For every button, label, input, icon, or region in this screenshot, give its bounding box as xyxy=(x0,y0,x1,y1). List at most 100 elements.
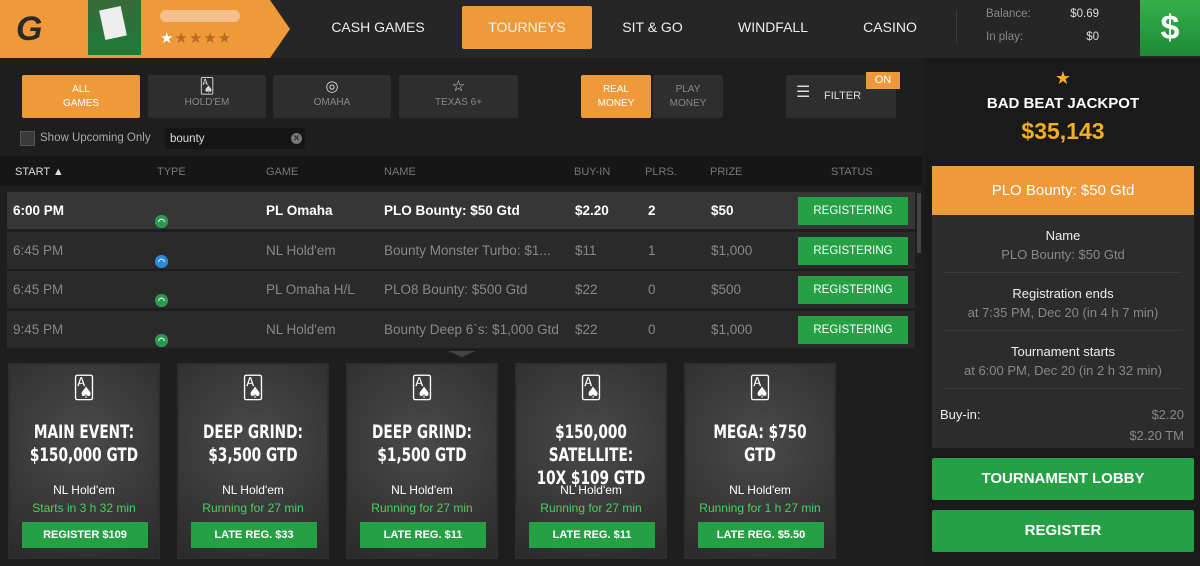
promo-game: NL Hold'em xyxy=(560,483,622,497)
starts-value: at 6:00 PM, Dec 20 (in 2 h 32 min) xyxy=(944,363,1182,389)
reg-ends-label: Registration ends xyxy=(1012,286,1114,301)
label: MONEY xyxy=(597,98,635,109)
label: OMAHA xyxy=(313,97,351,108)
filter-all-games[interactable]: ALL GAMES xyxy=(22,75,140,118)
nav-windfall[interactable]: WINDFALL xyxy=(722,6,824,49)
promo-card[interactable]: 🂡 DEEP GRIND: $3,500 GTD NL Hold'em Runn… xyxy=(177,363,329,559)
nav-sit-and-go[interactable]: SIT & GO xyxy=(605,6,700,49)
cell-game: NL Hold'em xyxy=(266,321,336,337)
cell-players: 0 xyxy=(648,282,656,297)
cell-players: 1 xyxy=(648,242,656,258)
promo-card[interactable]: 🂡 MAIN EVENT: $150,000 GTD NL Hold'em St… xyxy=(8,363,160,559)
promo-register-button[interactable]: LATE REG. $5.50 xyxy=(698,522,824,548)
promo-game: NL Hold'em xyxy=(222,483,284,497)
status-registering-button[interactable]: REGISTERING xyxy=(798,276,908,304)
clear-search-icon[interactable]: ✕ xyxy=(291,133,302,144)
name-label: Name xyxy=(1045,228,1081,243)
filter-play-money[interactable]: PLAY MONEY xyxy=(653,75,723,118)
status-registering-button[interactable]: REGISTERING xyxy=(798,197,908,225)
filter-holdem[interactable]: 🂡 HOLD'EM xyxy=(148,75,266,118)
type-badge-icon: ◠ xyxy=(155,254,168,268)
inplay-value: $0 xyxy=(1086,31,1099,43)
table-row[interactable]: 9:45 PM NL Hold'em Bounty Deep 6`s: $1,000… xyxy=(7,310,915,348)
promo-title: $150,000 SATELLITE: 10X $109 GTD xyxy=(536,421,646,489)
star-icon: ☆ xyxy=(451,78,466,95)
chip-icon: ◎ xyxy=(325,78,339,95)
search-input[interactable] xyxy=(165,128,305,149)
cards-icon: 🂡 xyxy=(410,375,434,400)
cell-name: Bounty Monster Turbo: $1... xyxy=(384,242,551,258)
cell-buyin: $11 xyxy=(575,242,597,258)
promo-title: DEEP GRIND: $3,500 GTD xyxy=(203,421,303,466)
filter-texas-6plus[interactable]: ☆ TEXAS 6+ xyxy=(399,75,518,118)
promo-register-button[interactable]: LATE REG. $11 xyxy=(529,522,655,548)
promo-card[interactable]: 🂡 DEEP GRIND: $1,500 GTD NL Hold'em Runn… xyxy=(346,363,498,559)
cell-game: NL Hold'em xyxy=(266,242,336,258)
cards-icon: 🂡 xyxy=(748,375,772,400)
logo-icon: G xyxy=(16,10,43,48)
col-start[interactable]: START ▲ xyxy=(15,166,64,178)
reg-ends-value: at 7:35 PM, Dec 20 (in 4 h 7 min) xyxy=(944,305,1182,331)
promo-register-button[interactable]: REGISTER $109 xyxy=(22,522,148,548)
filter-real-money[interactable]: REAL MONEY xyxy=(581,75,651,118)
type-badge-icon: ◠ xyxy=(155,333,168,347)
status-registering-button[interactable]: REGISTERING xyxy=(798,236,908,265)
table-row[interactable]: 6:45 PM PL Omaha H/L PLO8 Bounty: $500 Gtd… xyxy=(7,271,915,308)
tournament-lobby-button[interactable]: TOURNAMENT LOBBY xyxy=(932,458,1194,500)
promo-card[interactable]: 🂡 MEGA: $750 GTD NL Hold'em Running for … xyxy=(684,363,836,559)
col-status[interactable]: STATUS xyxy=(831,166,873,178)
scrollbar[interactable] xyxy=(917,193,921,253)
promo-register-button[interactable]: LATE REG. $33 xyxy=(191,522,317,548)
cell-start: 6:45 PM xyxy=(13,282,64,297)
upcoming-label: Show Upcoming Only xyxy=(40,132,151,144)
details-panel: ★ BAD BEAT JACKPOT $35,143 PLO Bounty: $… xyxy=(926,58,1200,566)
promo-game: NL Hold'em xyxy=(729,483,791,497)
type-badge-icon: ◠ xyxy=(155,215,168,228)
nav-casino[interactable]: CASINO xyxy=(848,6,932,49)
jackpot-title: BAD BEAT JACKPOT xyxy=(986,95,1140,112)
promo-title: MAIN EVENT: $150,000 GTD xyxy=(29,421,139,466)
rating-stars: ★★★★★ xyxy=(160,30,233,47)
promo-status: Running for 27 min xyxy=(371,501,473,515)
table-row[interactable]: 6:45 PM NL Hold'em Bounty Monster Turbo: $… xyxy=(7,231,915,269)
brand-area: G xyxy=(0,0,290,58)
inplay-label: In play: xyxy=(986,31,1024,43)
label: REAL xyxy=(602,84,630,95)
cell-name: PLO8 Bounty: $500 Gtd xyxy=(384,282,528,297)
register-button[interactable]: REGISTER xyxy=(932,510,1194,552)
col-type[interactable]: TYPE xyxy=(157,166,186,178)
jackpot-amount: $35,143 xyxy=(1021,118,1105,144)
name-value: PLO Bounty: $50 Gtd xyxy=(944,247,1182,273)
col-prize[interactable]: PRIZE xyxy=(710,166,742,178)
col-game[interactable]: GAME xyxy=(266,166,298,178)
label: FILTER xyxy=(824,90,862,102)
cell-game: PL Omaha xyxy=(266,203,333,218)
filter-on-badge: ON xyxy=(866,72,900,89)
table-row[interactable]: 6:00 PM PL Omaha PLO Bounty: $50 Gtd $2.20 2… xyxy=(7,192,915,229)
cell-players: 0 xyxy=(648,321,656,337)
cell-prize: $1,000 xyxy=(711,242,753,258)
cards-icon: 🂡 xyxy=(199,78,215,95)
promo-title: DEEP GRIND: $1,500 GTD xyxy=(372,421,472,466)
cell-prize: $50 xyxy=(711,203,734,218)
tournament-details: PLO Bounty: $50 Gtd Name PLO Bounty: $50… xyxy=(932,166,1194,448)
nav-tourneys[interactable]: TOURNEYS xyxy=(462,6,592,49)
cashier-button[interactable]: $ xyxy=(1140,0,1200,56)
avatar[interactable] xyxy=(88,0,141,55)
status-registering-button[interactable]: REGISTERING xyxy=(798,315,908,344)
cell-name: PLO Bounty: $50 Gtd xyxy=(384,203,520,218)
cell-prize: $1,000 xyxy=(711,321,753,337)
label: PLAY xyxy=(675,84,701,95)
cell-name: Bounty Deep 6`s: $1,000 Gtd xyxy=(384,321,559,337)
cell-start: 9:45 PM xyxy=(13,321,64,337)
col-players[interactable]: PLRS. xyxy=(645,166,677,178)
nav-cash-games[interactable]: CASH GAMES xyxy=(318,6,438,49)
col-name[interactable]: NAME xyxy=(384,166,416,178)
expand-arrow-icon[interactable] xyxy=(448,351,476,357)
upcoming-checkbox[interactable] xyxy=(20,131,35,146)
promo-register-button[interactable]: LATE REG. $11 xyxy=(360,522,486,548)
col-buyin[interactable]: BUY-IN xyxy=(574,166,610,178)
username-blurred xyxy=(160,10,240,22)
filter-omaha[interactable]: ◎ OMAHA xyxy=(273,75,391,118)
promo-card[interactable]: 🂡 $150,000 SATELLITE: 10X $109 GTD NL Ho… xyxy=(515,363,667,559)
